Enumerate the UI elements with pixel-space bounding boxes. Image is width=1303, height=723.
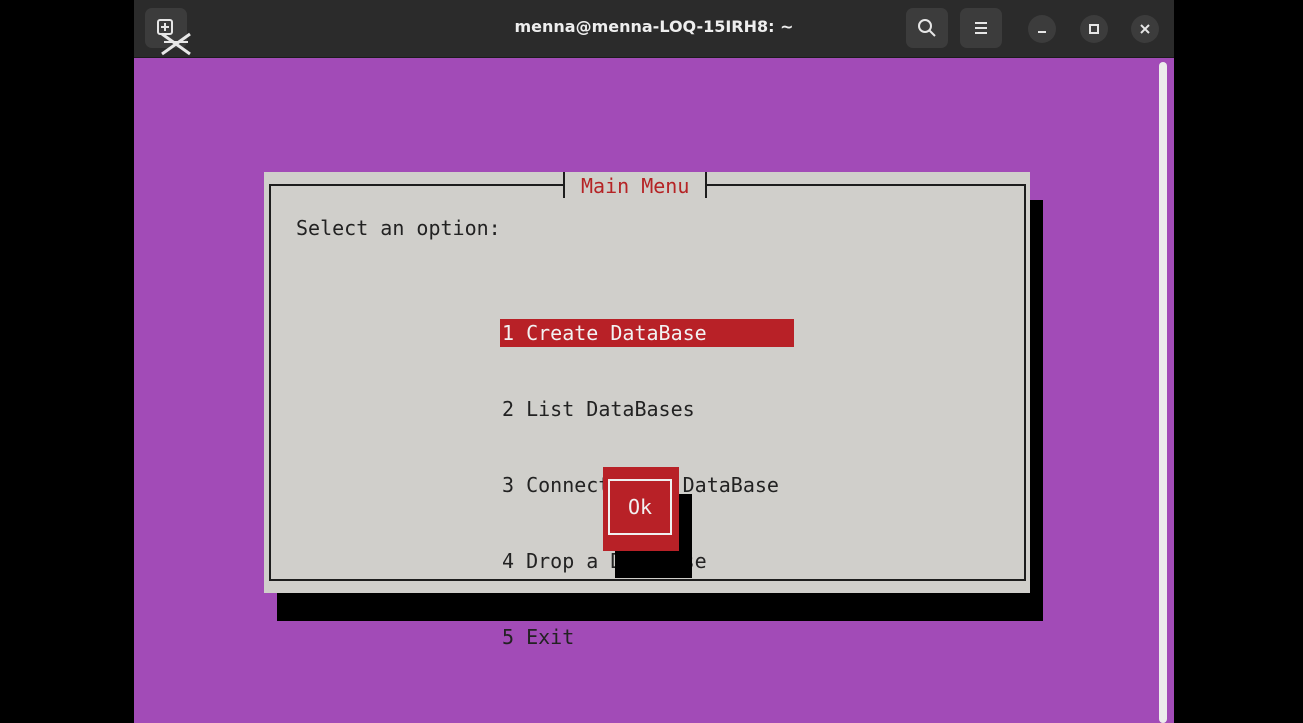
minimize-button[interactable] [1028, 15, 1056, 43]
menu-button[interactable] [960, 8, 1002, 48]
main-menu-dialog: Select an option: 1 Create DataBase 2 Li… [264, 172, 1030, 649]
ok-button-label: Ok [608, 479, 672, 535]
close-button[interactable] [1131, 15, 1159, 43]
minimize-icon [1038, 31, 1046, 33]
menu-item-create-database[interactable]: 1 Create DataBase [500, 319, 794, 347]
close-icon [1140, 24, 1150, 34]
window-title: menna@menna-LOQ-15IRH8: ~ [514, 17, 794, 36]
terminal-window: menna@menna-LOQ-15IRH8: ~ Select an opti… [134, 0, 1174, 723]
dialog-title: Main Menu [563, 172, 708, 198]
menu-item-exit[interactable]: 5 Exit [500, 623, 794, 651]
title-bar: menna@menna-LOQ-15IRH8: ~ [134, 0, 1174, 58]
dialog-frame: Select an option: 1 Create DataBase 2 Li… [269, 184, 1026, 649]
search-button[interactable] [906, 8, 948, 48]
dialog-prompt: Select an option: [296, 216, 501, 240]
menu-item-list-databases[interactable]: 2 List DataBases [500, 395, 794, 423]
maximize-button[interactable] [1080, 15, 1108, 43]
scrollbar[interactable] [1159, 62, 1167, 723]
maximize-icon [1089, 24, 1099, 34]
hamburger-menu-icon [975, 22, 987, 34]
ok-button[interactable]: Ok [603, 467, 679, 551]
search-icon [918, 19, 936, 37]
